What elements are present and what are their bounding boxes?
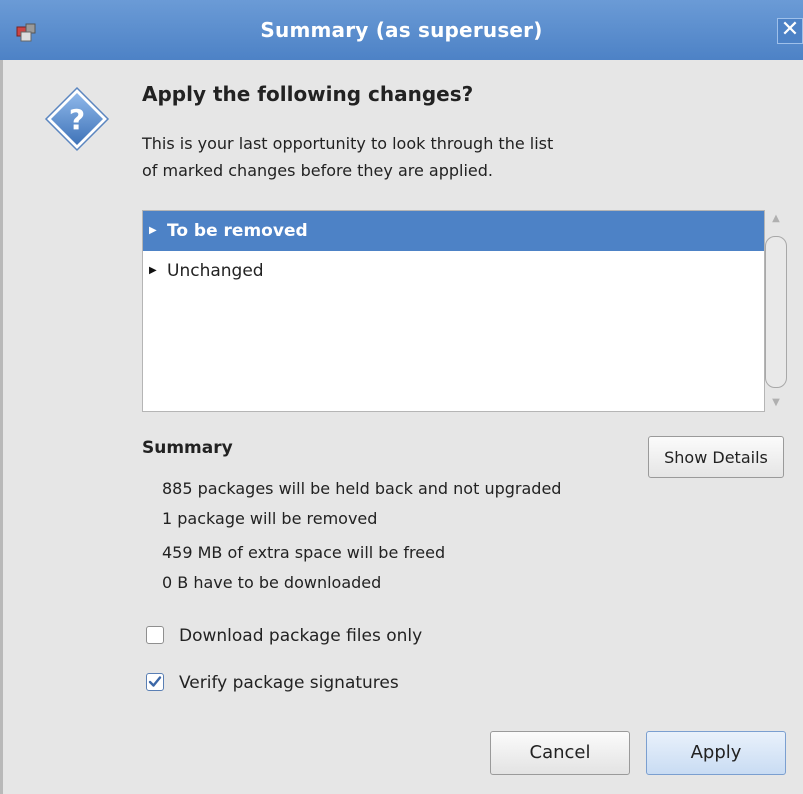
dialog-intro: This is your last opportunity to look th… bbox=[142, 130, 662, 184]
scroll-down-arrow-icon[interactable]: ▼ bbox=[765, 394, 787, 412]
window-title: Summary (as superuser) bbox=[260, 18, 543, 42]
tree-row-label: To be removed bbox=[167, 221, 308, 241]
download-only-label[interactable]: Download package files only bbox=[179, 623, 422, 649]
tree-row-to-be-removed[interactable]: ▶ To be removed bbox=[143, 211, 764, 251]
intro-line-1: This is your last opportunity to look th… bbox=[142, 134, 554, 153]
tree-row-unchanged[interactable]: ▶ Unchanged bbox=[143, 251, 764, 291]
changes-tree[interactable]: ▶ To be removed ▶ Unchanged bbox=[142, 210, 765, 412]
summary-space-freed: 459 MB of extra space will be freed bbox=[162, 543, 446, 562]
window-border bbox=[0, 60, 3, 794]
download-only-checkbox[interactable] bbox=[146, 626, 164, 644]
verify-signatures-checkbox[interactable] bbox=[146, 673, 164, 691]
intro-line-2: of marked changes before they are applie… bbox=[142, 161, 494, 180]
expand-arrow-icon[interactable]: ▶ bbox=[149, 251, 157, 291]
summary-download-size: 0 B have to be downloaded bbox=[162, 573, 382, 592]
close-button[interactable]: ✕ bbox=[777, 18, 803, 44]
checkmark-icon bbox=[148, 676, 162, 687]
dialog-heading: Apply the following changes? bbox=[142, 82, 474, 106]
svg-text:?: ? bbox=[69, 103, 85, 136]
apply-button[interactable]: Apply bbox=[646, 731, 786, 775]
summary-package-counts: 885 packages will be held back and not u… bbox=[162, 474, 561, 534]
scroll-up-arrow-icon[interactable]: ▲ bbox=[765, 210, 787, 228]
verify-signatures-label[interactable]: Verify package signatures bbox=[179, 670, 399, 696]
cancel-button[interactable]: Cancel bbox=[490, 731, 630, 775]
show-details-button[interactable]: Show Details bbox=[648, 436, 784, 478]
tree-scrollbar[interactable]: ▲ ▼ bbox=[765, 210, 787, 412]
summary-removed: 1 package will be removed bbox=[162, 509, 378, 528]
tree-row-label: Unchanged bbox=[167, 261, 264, 281]
summary-held-back: 885 packages will be held back and not u… bbox=[162, 479, 562, 498]
close-icon[interactable]: ✕ bbox=[781, 17, 799, 42]
question-icon: ? bbox=[44, 86, 110, 152]
summary-heading: Summary bbox=[142, 438, 233, 458]
summary-space: 459 MB of extra space will be freed 0 B … bbox=[162, 538, 445, 598]
scroll-thumb[interactable] bbox=[765, 236, 787, 388]
expand-arrow-icon[interactable]: ▶ bbox=[149, 211, 157, 251]
window-titlebar[interactable]: Summary (as superuser) ✕ bbox=[0, 0, 803, 60]
